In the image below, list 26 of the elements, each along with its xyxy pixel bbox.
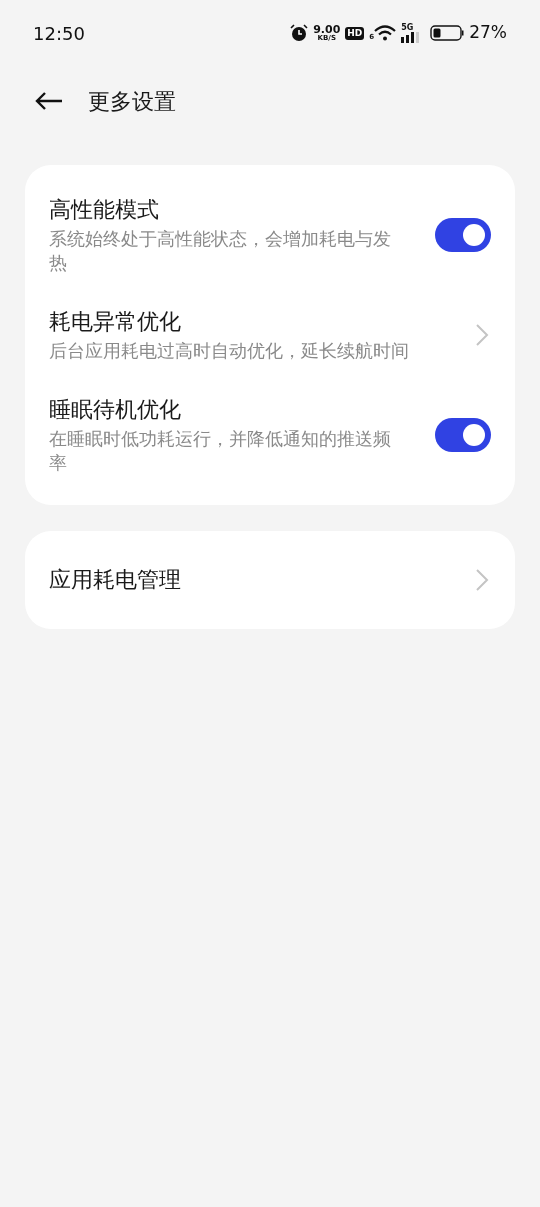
row-description: 后台应用耗电过高时自动优化，延长续航时间 — [49, 340, 410, 363]
toggle-switch[interactable] — [435, 218, 491, 252]
alarm-icon — [290, 24, 309, 42]
battery-percentage: 27% — [469, 21, 507, 45]
signal-icon — [401, 31, 422, 43]
row-description: 系统始终处于高性能状态，会增加耗电与发热 — [49, 228, 392, 275]
row-description: 在睡眠时低功耗运行，并降低通知的推送频率 — [49, 428, 392, 475]
settings-row[interactable]: 耗电异常优化 后台应用耗电过高时自动优化，延长续航时间 — [25, 291, 515, 379]
network-type: 5G — [401, 23, 414, 32]
settings-row[interactable]: 睡眠待机优化 在睡眠时低功耗运行，并降低通知的推送频率 — [25, 379, 515, 491]
settings-row[interactable]: 高性能模式 系统始终处于高性能状态，会增加耗电与发热 — [25, 179, 515, 291]
clock: 12:50 — [33, 21, 85, 46]
row-title: 睡眠待机优化 — [49, 396, 182, 424]
chevron-right-icon — [475, 323, 489, 347]
wifi-icon — [374, 25, 397, 41]
hd-badge: HD — [345, 26, 365, 40]
network-speed: 9.00 — [313, 24, 341, 35]
toggle-switch[interactable] — [435, 418, 491, 452]
chevron-right-icon — [475, 568, 489, 592]
settings-row[interactable]: 应用耗电管理 — [25, 549, 515, 611]
back-arrow-icon — [35, 91, 63, 111]
row-title: 高性能模式 — [49, 196, 160, 224]
battery-icon — [430, 25, 465, 41]
row-title: 应用耗电管理 — [49, 566, 182, 594]
page-title: 更多设置 — [88, 87, 176, 116]
row-title: 耗电异常优化 — [49, 308, 182, 336]
